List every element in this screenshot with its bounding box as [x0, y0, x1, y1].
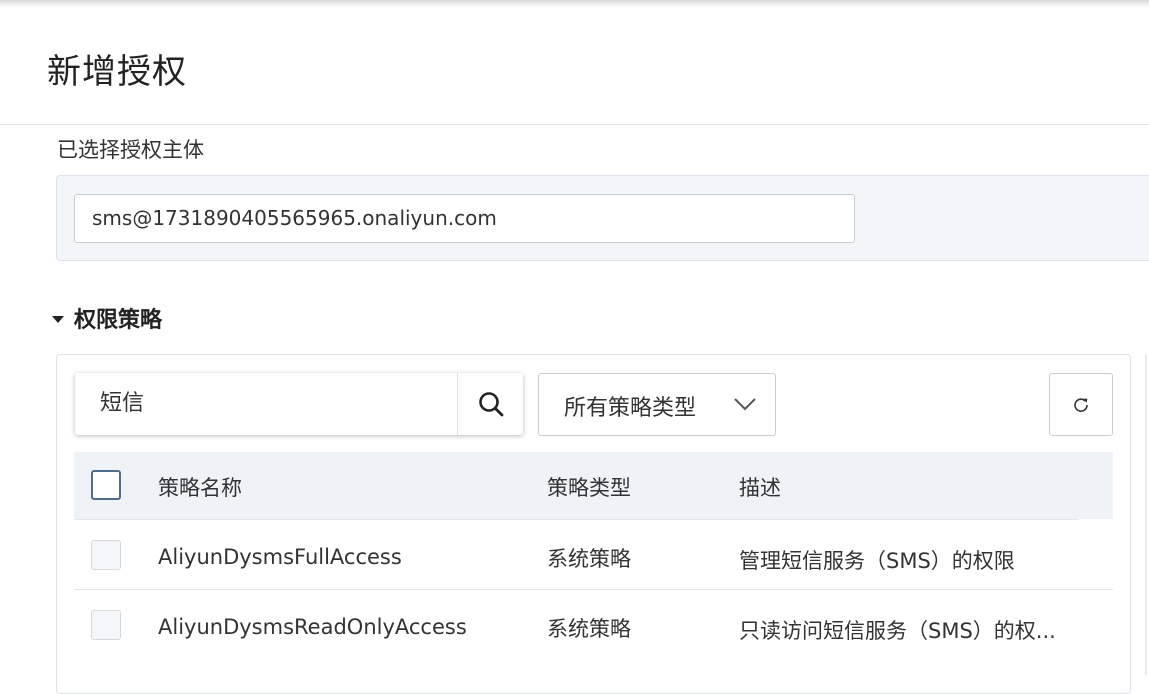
row-checkbox[interactable] [91, 540, 121, 570]
refresh-icon [1074, 397, 1088, 412]
page-title: 新增授权 [47, 52, 187, 92]
policy-section-toggle[interactable]: 权限策略 [52, 302, 162, 334]
header-divider-line [74, 519, 1079, 520]
refresh-button[interactable] [1049, 373, 1113, 436]
column-header-name: 策略名称 [158, 476, 242, 500]
row-divider [74, 589, 1113, 590]
policy-section-title: 权限策略 [74, 308, 163, 333]
column-header-type: 策略类型 [547, 476, 631, 500]
policy-description: 只读访问短信服务（SMS）的权... [739, 619, 1056, 643]
policy-type-select[interactable]: 所有策略类型 [538, 373, 776, 436]
caret-down-icon [52, 315, 64, 323]
policy-search: 短信 [75, 373, 523, 435]
row-checkbox[interactable] [91, 610, 121, 640]
top-shadow [0, 0, 1149, 8]
policy-type-value: 所有策略类型 [564, 396, 697, 421]
header-divider [0, 124, 1149, 125]
policy-search-input[interactable]: 短信 [75, 373, 457, 435]
column-header-description: 描述 [739, 476, 781, 500]
policy-type: 系统策略 [547, 547, 631, 571]
policy-type: 系统策略 [547, 617, 631, 641]
table-header: 策略名称 策略类型 描述 [74, 452, 1113, 519]
policy-name[interactable]: AliyunDysmsFullAccess [158, 545, 402, 569]
chevron-down-icon [734, 398, 756, 411]
policy-name[interactable]: AliyunDysmsReadOnlyAccess [158, 615, 467, 639]
panel-right-edge [1145, 354, 1147, 675]
policy-description: 管理短信服务（SMS）的权限 [739, 549, 1015, 573]
selected-principal-label: 已选择授权主体 [57, 138, 204, 162]
search-button[interactable] [457, 373, 523, 435]
search-icon [478, 392, 503, 417]
principal-input[interactable]: sms@1731890405565965.onaliyun.com [74, 194, 855, 243]
select-all-checkbox[interactable] [91, 470, 121, 500]
